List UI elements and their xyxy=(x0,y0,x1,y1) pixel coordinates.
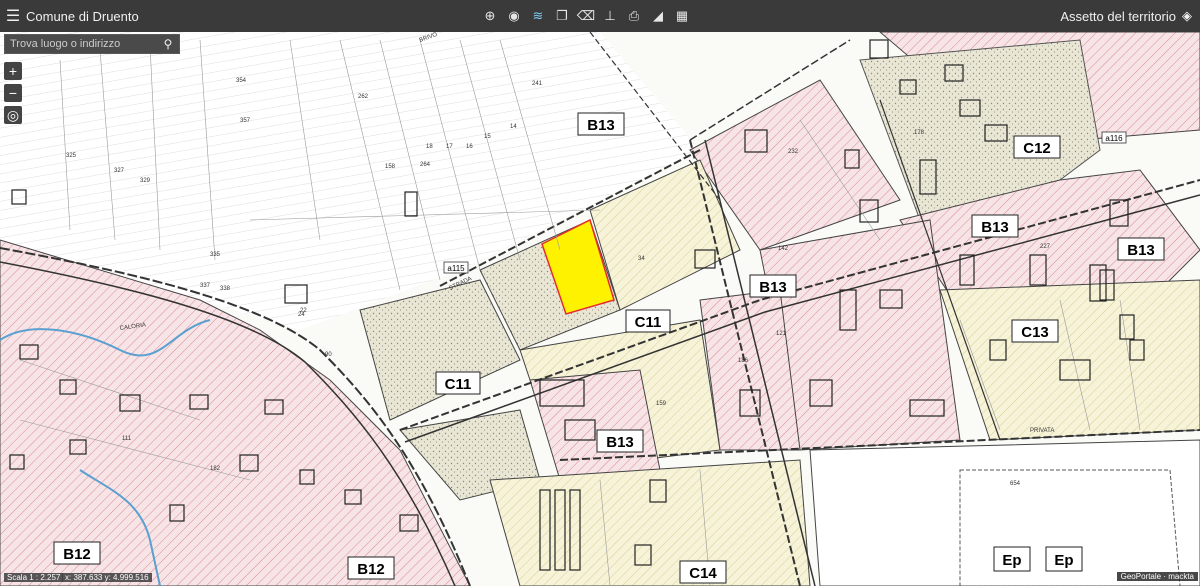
zone-label-ep2: Ep xyxy=(1054,552,1073,569)
zone-label-b13-bottom: B13 xyxy=(606,434,634,451)
fullscreen-icon[interactable]: ◢ xyxy=(648,6,668,26)
parcel-142: 142 xyxy=(778,246,789,252)
parcel-121: 121 xyxy=(776,331,787,337)
search-box: ⚲ xyxy=(4,34,180,54)
print-icon[interactable]: ⎙ xyxy=(624,6,644,26)
locate-button[interactable]: ◎ xyxy=(4,106,22,124)
search-icon[interactable]: ⚲ xyxy=(157,37,179,51)
search-input[interactable] xyxy=(5,37,157,51)
parcel-182: 182 xyxy=(210,466,221,472)
parcel-327: 327 xyxy=(114,168,125,174)
parcel-22: 22 xyxy=(300,308,307,314)
parcel-654: 654 xyxy=(1010,481,1021,487)
coordinates-readout: x: 387.633 y: 4.999.516 xyxy=(62,573,152,582)
eraser-icon[interactable]: ⌫ xyxy=(576,6,596,26)
parcel-111: 111 xyxy=(122,436,132,442)
legend-icon[interactable]: ▦ xyxy=(672,6,692,26)
zone-label-b13-top: B13 xyxy=(587,117,615,134)
parcel-264: 264 xyxy=(420,162,431,168)
measure-icon[interactable]: ⊥ xyxy=(600,6,620,26)
parcel-337: 337 xyxy=(200,283,211,289)
parcel-159: 159 xyxy=(656,401,667,407)
zone-label-c11-b: C11 xyxy=(445,376,472,393)
zone-label-c12: C12 xyxy=(1023,140,1051,157)
zone-label-c11-a: C11 xyxy=(635,314,662,331)
zone-c14-area xyxy=(489,459,811,586)
parcel-227: 227 xyxy=(1040,244,1051,250)
zone-label-b13-far-right: B13 xyxy=(1127,242,1155,259)
parcel-16: 16 xyxy=(466,144,473,150)
copy-icon[interactable]: ❐ xyxy=(552,6,572,26)
area-label-a115: a115 xyxy=(447,264,465,273)
top-bar: ☰ Comune di Druento ⊕ ◉ ≋ ❐ ⌫ ⊥ ⎙ ◢ ▦ As… xyxy=(0,0,1200,32)
parcel-34: 34 xyxy=(638,256,645,262)
parcel-329: 329 xyxy=(140,178,151,184)
layers-icon[interactable]: ≋ xyxy=(528,6,548,26)
parcel-14: 14 xyxy=(510,124,517,130)
credit-label: GeoPortale · mackta xyxy=(1116,572,1198,581)
zone-label-ep1: Ep xyxy=(1002,552,1021,569)
stack-icon[interactable]: ◈ xyxy=(1182,8,1192,24)
parcel-18: 18 xyxy=(426,144,433,150)
parcel-241: 241 xyxy=(532,81,543,87)
zone-label-c13: C13 xyxy=(1021,324,1049,341)
zone-label-b12-left: B12 xyxy=(63,546,91,563)
parcel-186: 186 xyxy=(738,358,749,364)
cadastral-map[interactable]: B13 B14 C12 B13 B13 B13 C11 C13 C11 B13 … xyxy=(0,0,1200,586)
binoculars-icon[interactable]: ◉ xyxy=(504,6,524,26)
parcel-232: 232 xyxy=(788,149,799,155)
parcel-357: 357 xyxy=(240,118,251,124)
zoom-out-button[interactable]: − xyxy=(4,84,22,102)
status-bar: Scala 1 : 2.257 x: 387.633 y: 4.999.516 … xyxy=(0,572,1200,586)
parcel-335: 335 xyxy=(210,252,221,258)
parcel-262: 262 xyxy=(358,94,369,100)
parcel-325: 325 xyxy=(66,153,77,159)
app-title: Comune di Druento xyxy=(26,8,139,24)
zoom-area-icon[interactable]: ⊕ xyxy=(480,6,500,26)
parcel-354: 354 xyxy=(236,78,247,84)
menu-icon[interactable]: ☰ xyxy=(0,6,26,26)
zone-label-b13-right: B13 xyxy=(981,219,1009,236)
road-label-privata: PRIVATA xyxy=(1030,428,1054,434)
parcel-90: 90 xyxy=(325,352,332,358)
toolbar: ⊕ ◉ ≋ ❐ ⌫ ⊥ ⎙ ◢ ▦ xyxy=(480,0,692,32)
parcel-158: 158 xyxy=(385,164,396,170)
area-label-a116: a116 xyxy=(1105,134,1123,143)
section-menu[interactable]: Assetto del territorio ◈ xyxy=(1060,0,1192,32)
parcel-15: 15 xyxy=(484,134,491,140)
scale-readout: Scala 1 : 2.257 xyxy=(4,573,64,582)
zoom-in-button[interactable]: + xyxy=(4,62,22,80)
zone-label-b13-center: B13 xyxy=(759,279,787,296)
parcel-338: 338 xyxy=(220,286,231,292)
section-title: Assetto del territorio xyxy=(1060,8,1176,24)
parcel-178: 178 xyxy=(914,130,925,136)
parcel-17: 17 xyxy=(446,144,453,150)
